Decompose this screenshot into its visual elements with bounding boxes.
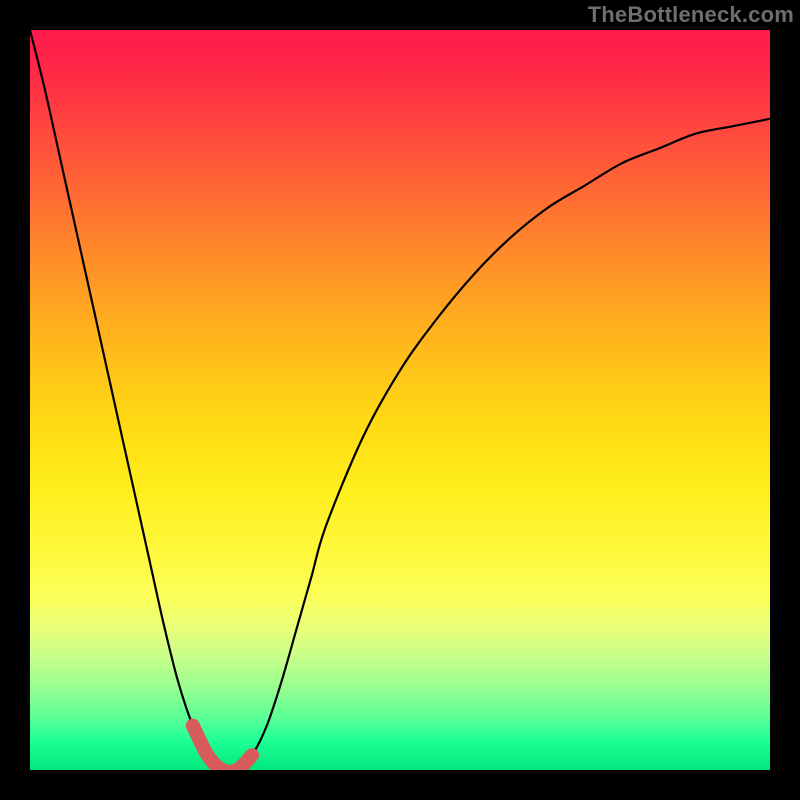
bottleneck-highlight: [193, 726, 252, 770]
bottleneck-curve: [30, 30, 770, 770]
curve-layer: [30, 30, 770, 770]
plot-area: [30, 30, 770, 770]
watermark-text: TheBottleneck.com: [588, 2, 794, 28]
chart-frame: TheBottleneck.com: [0, 0, 800, 800]
